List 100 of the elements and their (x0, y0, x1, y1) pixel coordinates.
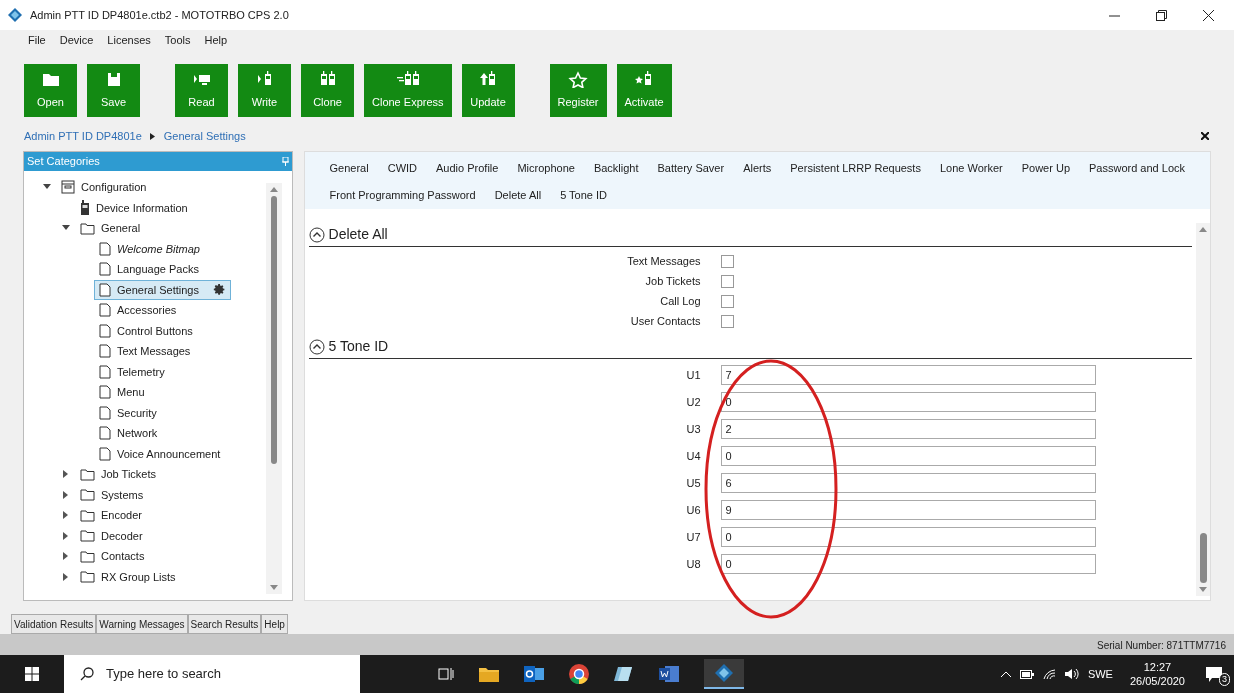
menubar-entry[interactable]: Tools (164, 31, 191, 49)
toolbar-button[interactable]: Write (238, 64, 291, 117)
app-icon[interactable] (614, 665, 634, 683)
section-tab[interactable]: Front Programming Password (329, 186, 476, 203)
expand-caret-icon[interactable] (63, 572, 69, 581)
breadcrumb-link[interactable]: Admin PTT ID DP4801e (24, 127, 142, 145)
tree-item[interactable]: RX Group Lists (75, 566, 181, 587)
section-tab[interactable]: General (329, 160, 369, 177)
tree-item[interactable]: Contacts (75, 546, 150, 567)
collapse-caret-icon[interactable] (62, 225, 70, 232)
section-tab[interactable]: Power Up (1021, 160, 1070, 177)
expand-caret-icon[interactable] (63, 511, 69, 520)
scrollbar-thumb[interactable] (270, 196, 277, 464)
section-tab[interactable]: Lone Worker (939, 160, 1003, 177)
language-indicator[interactable]: SWE (1087, 665, 1113, 683)
section-tab[interactable]: Alerts (743, 160, 772, 177)
mail-app-icon[interactable] (524, 665, 544, 683)
chevron-up-icon[interactable] (1000, 671, 1011, 677)
collapse-caret-icon[interactable] (43, 184, 51, 191)
battery-icon[interactable] (1019, 669, 1034, 679)
toolbar-button[interactable]: Register (549, 64, 607, 117)
tree-item[interactable]: Text Messages (94, 341, 196, 362)
expand-caret-icon[interactable] (63, 470, 69, 479)
section-tab[interactable]: Backlight (593, 160, 639, 177)
input-field[interactable]: 0 (720, 392, 1096, 412)
menubar-entry[interactable]: Help (204, 31, 228, 49)
close-icon[interactable] (1201, 132, 1209, 140)
active-app-icon[interactable] (704, 659, 744, 689)
tree-item[interactable]: Device Information (75, 197, 193, 218)
tree-item[interactable]: Decoder (75, 525, 148, 546)
section-tab[interactable]: 5 Tone ID (560, 186, 608, 203)
input-field[interactable]: 0 (720, 446, 1096, 466)
toolbar-button[interactable]: Update (461, 64, 515, 117)
bottom-tab[interactable]: Help (261, 614, 288, 634)
menubar-entry[interactable]: Licenses (107, 31, 151, 49)
toolbar-button[interactable]: Read (175, 64, 228, 117)
tree-item[interactable]: General (75, 218, 146, 239)
scroll-down-icon[interactable] (1199, 587, 1207, 592)
bottom-tab[interactable]: Search Results (187, 614, 262, 634)
windows-start-icon[interactable] (25, 667, 39, 681)
tree-item[interactable]: Systems (75, 484, 149, 505)
bottom-tab[interactable]: Validation Results (11, 614, 97, 634)
toolbar-button[interactable]: Clone (301, 64, 354, 117)
scroll-up-icon[interactable] (1199, 227, 1207, 232)
section-tab[interactable]: Password and Lock (1089, 160, 1185, 177)
scrollbar[interactable] (265, 183, 282, 594)
word-icon[interactable] (659, 665, 679, 683)
expand-caret-icon[interactable] (63, 490, 69, 499)
tree-item[interactable]: Voice Announcement (94, 443, 226, 464)
close-icon[interactable] (1203, 9, 1214, 21)
expand-caret-icon[interactable] (63, 531, 69, 540)
breadcrumb-link[interactable]: General Settings (163, 127, 246, 145)
tree-item[interactable]: Network (94, 423, 163, 444)
section-tab[interactable]: CWID (387, 160, 417, 177)
pin-icon[interactable] (281, 157, 289, 166)
wifi-icon[interactable] (1042, 668, 1056, 680)
bottom-tab[interactable]: Warning Messages (96, 614, 188, 634)
tree-item[interactable]: Accessories (94, 300, 182, 321)
scroll-down-icon[interactable] (269, 585, 278, 590)
section-tab[interactable]: Persistent LRRP Requests (790, 160, 921, 177)
menubar-entry[interactable]: File (28, 31, 46, 49)
toolbar-button[interactable]: Open (24, 64, 77, 117)
tree-item[interactable]: Encoder (75, 505, 147, 526)
input-field[interactable]: 7 (720, 365, 1096, 385)
tree-item[interactable]: Job Tickets (75, 464, 162, 485)
tree-item[interactable]: Configuration (56, 177, 152, 198)
input-field[interactable]: 9 (720, 500, 1096, 520)
tree-item[interactable]: Language Packs (94, 259, 204, 280)
restore-icon[interactable] (1156, 9, 1167, 21)
checkbox[interactable] (720, 314, 734, 328)
section-tab[interactable]: Delete All (494, 186, 542, 203)
speaker-icon[interactable] (1064, 668, 1079, 680)
checkbox[interactable] (720, 294, 734, 308)
tree-item[interactable]: General Settings (94, 279, 231, 300)
browser-icon[interactable] (569, 664, 589, 684)
collapse-icon[interactable] (308, 338, 325, 355)
toolbar-button[interactable]: Activate (616, 64, 672, 117)
scroll-up-icon[interactable] (269, 187, 278, 192)
clock-time[interactable]: 12:27 (1143, 660, 1172, 674)
notification-icon[interactable] (1206, 666, 1222, 682)
folder-icon[interactable] (479, 666, 499, 682)
checkbox[interactable] (720, 254, 734, 268)
tree-item[interactable]: Welcome Bitmap (94, 238, 205, 259)
tree-item[interactable]: Security (94, 402, 162, 423)
tree-item[interactable]: Control Buttons (94, 320, 198, 341)
input-field[interactable]: 0 (720, 527, 1096, 547)
scrollbar[interactable] (1196, 223, 1210, 596)
tree-item[interactable]: Menu (94, 382, 150, 403)
section-tab[interactable]: Battery Saver (657, 160, 725, 177)
gear-icon[interactable] (212, 283, 226, 297)
expand-caret-icon[interactable] (63, 552, 69, 561)
toolbar-button[interactable]: Save (87, 64, 140, 117)
input-field[interactable]: 0 (720, 554, 1096, 574)
collapse-icon[interactable] (308, 226, 325, 243)
input-field[interactable]: 2 (720, 419, 1096, 439)
scrollbar-thumb[interactable] (1199, 533, 1207, 583)
task-view-icon[interactable] (438, 667, 454, 681)
checkbox[interactable] (720, 274, 734, 288)
section-tab[interactable]: Audio Profile (436, 160, 499, 177)
tree-item[interactable]: Telemetry (94, 361, 170, 382)
